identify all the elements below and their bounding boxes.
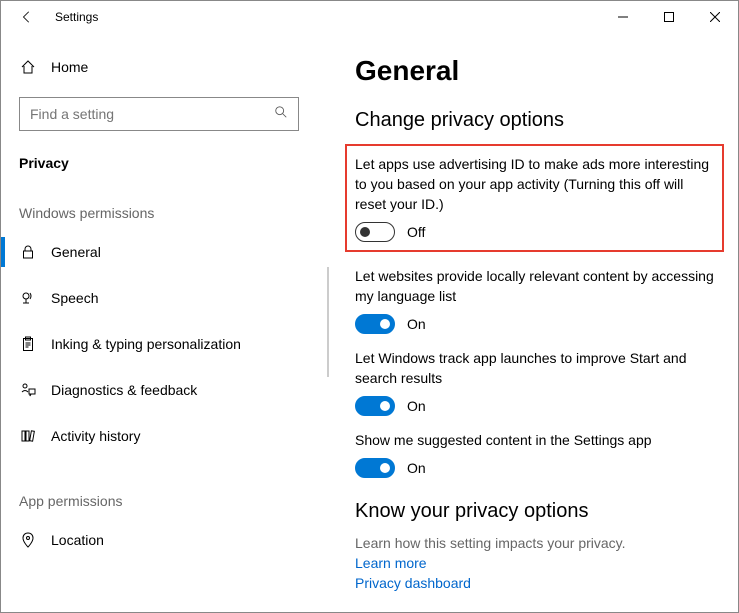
section-title-privacy: Privacy [19, 155, 313, 171]
scrollbar-indicator[interactable] [327, 267, 329, 377]
setting-track-launches: Let Windows track app launches to improv… [355, 348, 714, 416]
group-windows-permissions: Windows permissions [19, 205, 313, 221]
toggle-track-launches[interactable] [355, 396, 395, 416]
link-learn-more[interactable]: Learn more [355, 555, 714, 571]
search-box[interactable] [19, 97, 299, 131]
know-privacy-desc: Learn how this setting impacts your priv… [355, 535, 714, 551]
know-your-privacy-section: Know your privacy options Learn how this… [355, 500, 714, 591]
window-title: Settings [55, 10, 98, 24]
setting-description: Let apps use advertising ID to make ads … [355, 154, 714, 214]
toggle-state-label: Off [407, 224, 425, 240]
toggle-advertising-id[interactable] [355, 222, 395, 242]
toggle-language-list[interactable] [355, 314, 395, 334]
setting-description: Show me suggested content in the Setting… [355, 430, 714, 450]
group-app-permissions: App permissions [19, 493, 313, 509]
sidebar-item-location[interactable]: Location [1, 517, 313, 563]
titlebar: Settings [1, 1, 738, 33]
link-privacy-dashboard[interactable]: Privacy dashboard [355, 575, 714, 591]
maximize-button[interactable] [646, 1, 692, 33]
home-icon [19, 59, 37, 75]
search-icon [274, 105, 288, 124]
clipboard-icon [19, 336, 37, 352]
location-icon [19, 532, 37, 548]
sidebar-item-diagnostics[interactable]: Diagnostics & feedback [1, 367, 313, 413]
sidebar-item-label: Diagnostics & feedback [51, 382, 197, 398]
setting-language-list: Let websites provide locally relevant co… [355, 266, 714, 334]
sidebar-item-label: General [51, 244, 101, 260]
search-input[interactable] [30, 106, 274, 122]
feedback-icon [19, 382, 37, 398]
sidebar-item-speech[interactable]: Speech [1, 275, 313, 321]
home-label: Home [51, 59, 88, 75]
toggle-state-label: On [407, 398, 426, 414]
toggle-state-label: On [407, 316, 426, 332]
sidebar: Home Privacy Windows permissions General… [1, 33, 331, 612]
subheading-change-privacy: Change privacy options [355, 109, 714, 132]
sidebar-item-label: Inking & typing personalization [51, 336, 241, 352]
setting-advertising-id: Let apps use advertising ID to make ads … [345, 144, 724, 252]
back-button[interactable] [13, 10, 41, 24]
toggle-suggested-content[interactable] [355, 458, 395, 478]
lock-icon [19, 244, 37, 260]
sidebar-item-general[interactable]: General [1, 229, 313, 275]
home-button[interactable]: Home [19, 47, 313, 87]
toggle-state-label: On [407, 460, 426, 476]
speech-icon [19, 290, 37, 306]
history-icon [19, 428, 37, 444]
main-content: General Change privacy options Let apps … [331, 33, 738, 612]
setting-suggested-content: Show me suggested content in the Setting… [355, 430, 714, 478]
close-button[interactable] [692, 1, 738, 33]
sidebar-item-label: Speech [51, 290, 98, 306]
setting-description: Let websites provide locally relevant co… [355, 266, 714, 306]
subheading-know-privacy: Know your privacy options [355, 500, 714, 523]
setting-description: Let Windows track app launches to improv… [355, 348, 714, 388]
sidebar-item-label: Activity history [51, 428, 140, 444]
page-title: General [355, 55, 714, 87]
sidebar-item-activity-history[interactable]: Activity history [1, 413, 313, 459]
sidebar-item-inking[interactable]: Inking & typing personalization [1, 321, 313, 367]
minimize-button[interactable] [600, 1, 646, 33]
sidebar-item-label: Location [51, 532, 104, 548]
